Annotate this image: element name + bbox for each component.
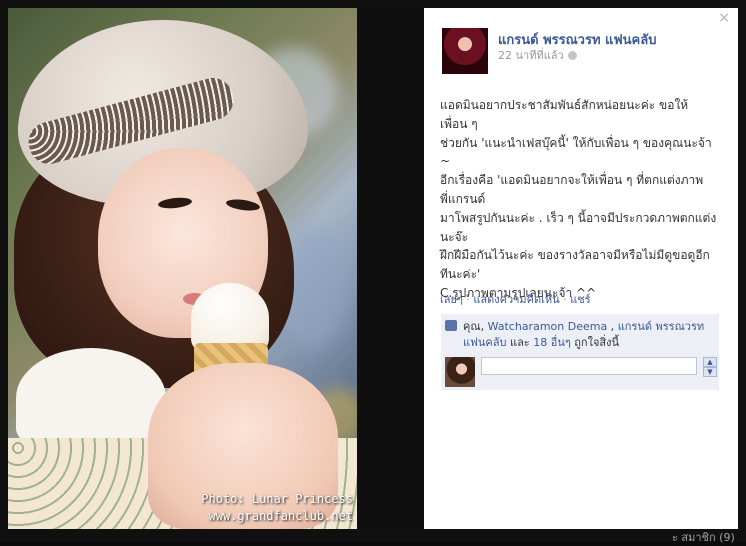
lightbox-gutter: [357, 8, 424, 529]
post-timestamp[interactable]: 22 นาทีที่แล้ว: [498, 46, 577, 64]
post-line: ฝึกฝีมือกันไว้นะค่ะ ของรางวัลอาจมีหรือไม…: [440, 248, 710, 263]
post-line: มาโพสรูปกันนะค่ะ . เร็ว ๆ นี้อาจมีประกวด…: [440, 210, 717, 225]
likes-summary: คุณ, Watcharamon Deema , แกรนด์ พรรณวรท …: [441, 314, 719, 355]
post-line: เพื่อน ๆ: [440, 116, 478, 131]
likes-and: และ: [506, 336, 534, 349]
timestamp-text[interactable]: 22 นาทีที่แล้ว: [498, 49, 564, 62]
scroll-down-icon[interactable]: ▼: [703, 367, 717, 377]
post-line: อีกเรื่องคือ 'แอดมินอยากจะให้เพื่อน ๆ ที…: [440, 173, 704, 188]
globe-icon: [567, 51, 577, 60]
liker-link[interactable]: Watcharamon Deema: [488, 320, 608, 333]
like-link[interactable]: เลยๆ: [440, 293, 463, 306]
user-avatar: [445, 357, 475, 387]
post-line: ~: [440, 154, 451, 169]
thumbs-up-icon: [445, 320, 457, 331]
post-panel: × แกรนด์ พรรณวรท แฟนคลับ 22 นาทีที่แล้ว …: [424, 8, 738, 529]
photo-viewer[interactable]: Photo: Lunar Princess www.grandfanclub.n…: [8, 8, 357, 529]
post-body: แอดมินอยากประชาสัมพันธ์สักหน่อยนะค่ะ ขอใ…: [440, 96, 724, 303]
likes-text: คุณ, Watcharamon Deema , แกรนด์ พรรณวรท …: [463, 319, 715, 351]
comment-link[interactable]: แสดงความคิดเห็น: [473, 293, 559, 306]
photo-watermark: Photo: Lunar Princess www.grandfanclub.n…: [201, 491, 353, 525]
action-separator: ·: [462, 293, 474, 306]
post-line: พี่แกรนด์: [440, 191, 486, 206]
comment-input[interactable]: [481, 357, 697, 375]
post-line: ช่วยกัน 'แนะนำเฟสบุ๊คนี้' ให้กับเพื่อน ๆ…: [440, 135, 712, 150]
background-page-text: ะ สมาชิก (9): [672, 531, 735, 544]
action-separator: ·: [559, 293, 571, 306]
post-line: ทีนะค่ะ': [440, 267, 481, 282]
likes-comma: ,: [607, 320, 618, 333]
comment-composer: ▲ ▼: [441, 354, 719, 390]
watermark-line: www.grandfanclub.net: [208, 509, 354, 523]
watermark-line: Photo: Lunar Princess: [201, 492, 353, 506]
page-avatar[interactable]: [442, 28, 488, 74]
likes-suffix: ถูกใจสิ่งนี้: [570, 336, 619, 349]
post-actions: เลยๆ · แสดงความคิดเห็น · แชร์: [440, 290, 591, 308]
close-icon[interactable]: ×: [718, 10, 730, 26]
likes-prefix: คุณ,: [463, 320, 488, 333]
post-line: แอดมินอยากประชาสัมพันธ์สักหน่อยนะค่ะ ขอใ…: [440, 98, 689, 112]
post-line: นะจ๊ะ: [440, 229, 469, 244]
photo-collar: [16, 348, 166, 448]
share-link[interactable]: แชร์: [570, 293, 590, 306]
scroll-up-icon[interactable]: ▲: [703, 357, 717, 367]
likes-others-link[interactable]: 18 อื่นๆ: [533, 336, 571, 349]
